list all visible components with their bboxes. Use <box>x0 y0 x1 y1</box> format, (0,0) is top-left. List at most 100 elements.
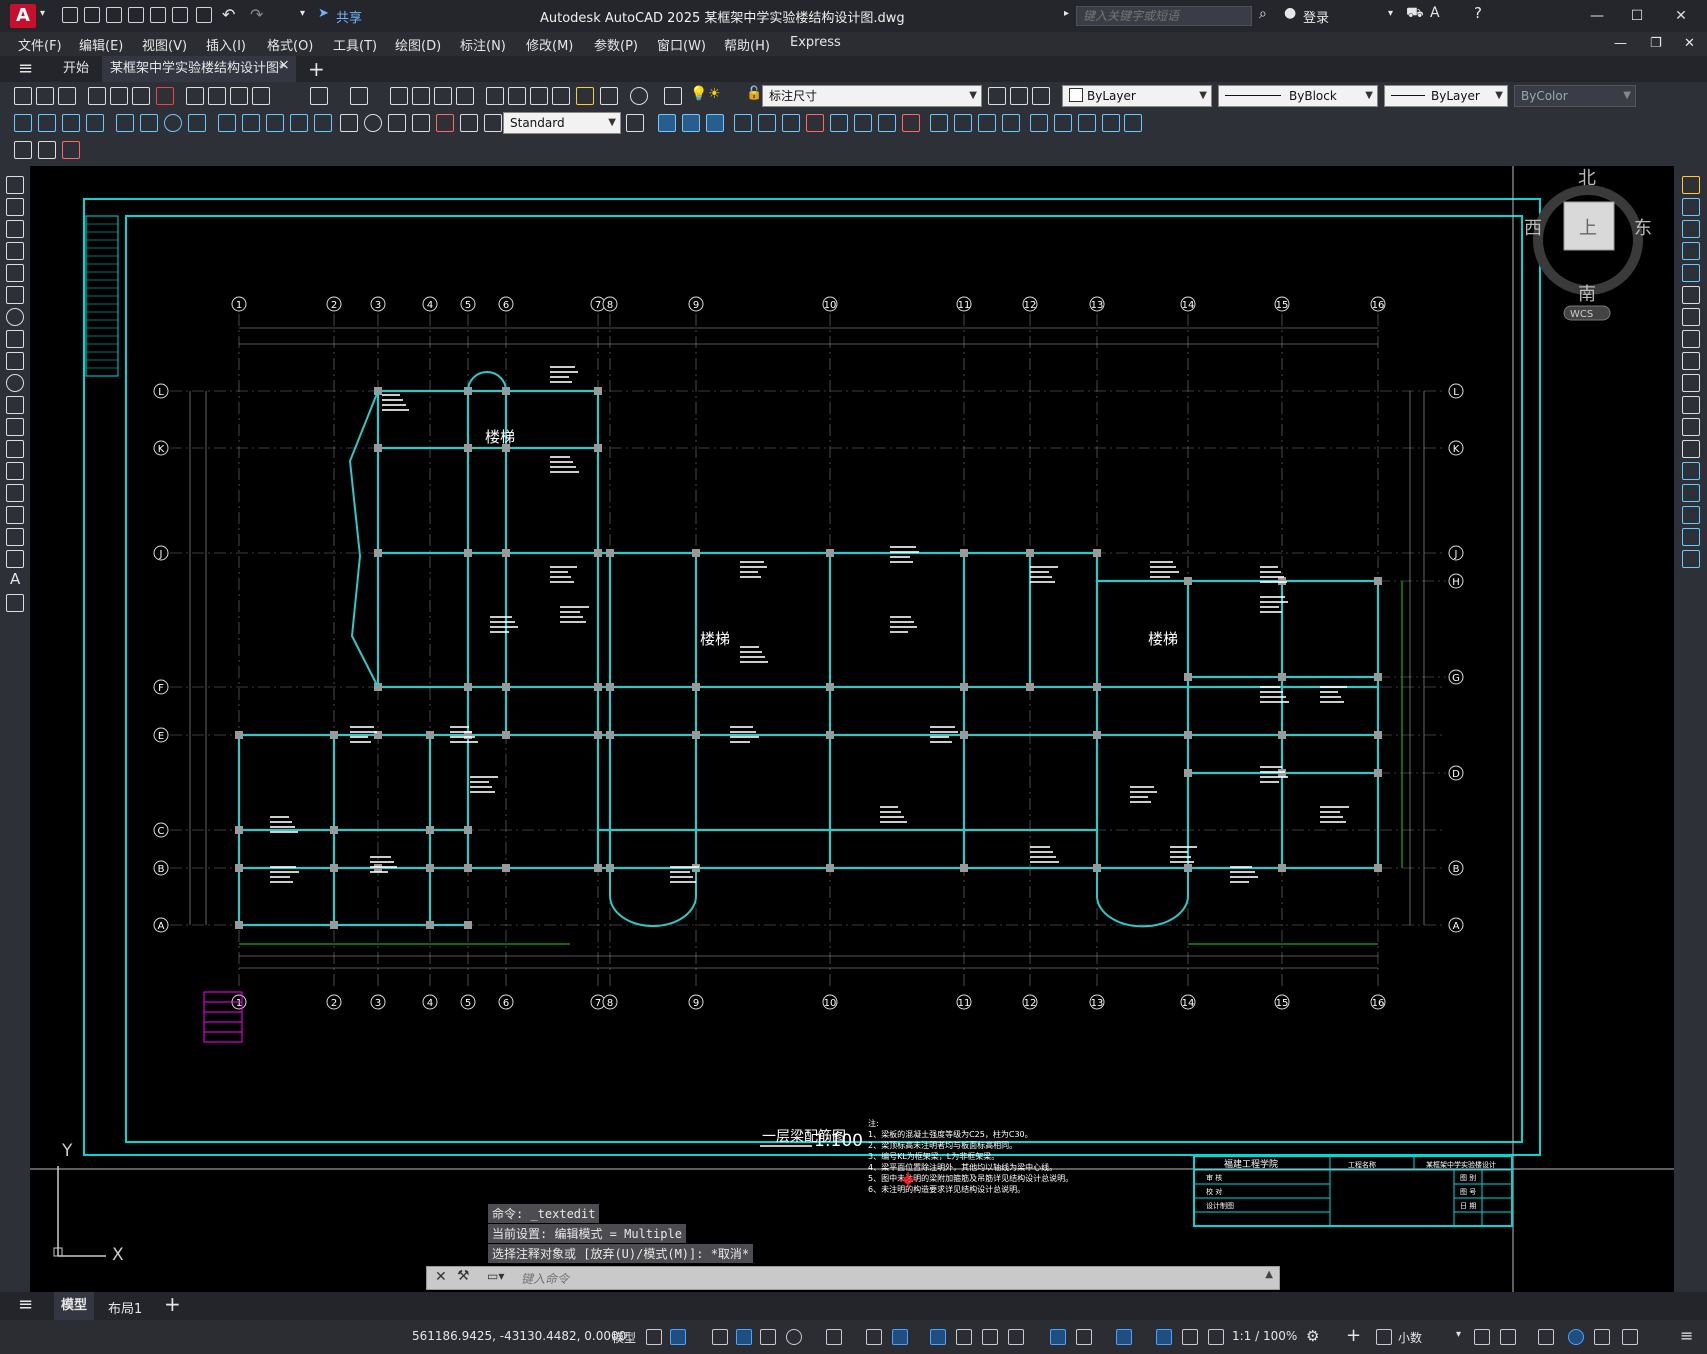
color-faces-icon[interactable] <box>902 114 920 132</box>
delete-faces-icon[interactable] <box>806 114 824 132</box>
make-current-layer-icon[interactable] <box>988 87 1006 105</box>
match-properties-icon[interactable] <box>252 87 270 105</box>
new-tab-icon[interactable]: + <box>308 56 325 82</box>
copy-faces-icon[interactable] <box>878 114 896 132</box>
search-box[interactable] <box>1076 6 1252 26</box>
app-menu-chevron-icon[interactable]: ▾ <box>40 8 45 19</box>
offset-faces-icon[interactable] <box>782 114 800 132</box>
insert-block-icon[interactable] <box>6 418 24 436</box>
object-snap-tracking-icon[interactable] <box>866 1329 882 1345</box>
tab-layout1[interactable]: 布局1 <box>108 1298 142 1317</box>
drawing-svg[interactable]: 1122334455667788991010111112121313141415… <box>30 166 1674 1292</box>
search-input[interactable] <box>1077 7 1251 25</box>
rotate-faces-icon[interactable] <box>830 114 848 132</box>
color-edges-icon[interactable] <box>954 114 972 132</box>
menu-draw[interactable]: 绘图(D) <box>395 35 441 54</box>
rotate-icon[interactable] <box>1682 308 1700 326</box>
chamfer-icon[interactable] <box>1682 484 1700 502</box>
solid-extra-icon[interactable] <box>1124 114 1142 132</box>
undo-icon[interactable]: ↶ <box>222 5 235 24</box>
menu-insert[interactable]: 插入(I) <box>206 35 246 54</box>
isodraft-icon[interactable] <box>826 1329 842 1345</box>
tool-palettes-icon[interactable] <box>530 87 548 105</box>
annotation-visibility-icon[interactable] <box>1156 1329 1172 1345</box>
erase-icon[interactable] <box>1682 176 1700 194</box>
dim-break-icon[interactable] <box>314 114 332 132</box>
print-icon[interactable] <box>88 87 106 105</box>
autodesk-app-icon[interactable]: A <box>1430 5 1440 21</box>
fullscreen-icon[interactable] <box>1622 1329 1638 1345</box>
snap-mode-icon[interactable] <box>670 1329 686 1345</box>
help-toolbar-icon[interactable] <box>630 87 648 105</box>
print-preview-icon[interactable] <box>110 87 128 105</box>
aligned-dim-icon[interactable] <box>38 114 56 132</box>
undo-tb-icon[interactable] <box>310 87 328 105</box>
polar-tracking-icon[interactable] <box>786 1329 802 1345</box>
ellipse-icon[interactable] <box>6 374 24 392</box>
tolerance-icon[interactable] <box>340 114 358 132</box>
radius-dim-icon[interactable] <box>116 114 134 132</box>
move-icon[interactable] <box>1682 286 1700 304</box>
menu-modify[interactable]: 修改(M) <box>526 35 573 54</box>
jogged-dim-icon[interactable] <box>140 114 158 132</box>
menu-format[interactable]: 格式(O) <box>267 35 313 54</box>
tab-start[interactable]: 开始 <box>52 56 100 82</box>
angular-dim-icon[interactable] <box>188 114 206 132</box>
3d-osnap-icon[interactable] <box>1008 1329 1024 1345</box>
menu-tools[interactable]: 工具(T) <box>333 35 377 54</box>
infer-constraints-icon[interactable] <box>712 1329 728 1345</box>
multiline-text-icon[interactable]: A <box>10 570 20 588</box>
menu-parameter[interactable]: 参数(P) <box>594 35 638 54</box>
menu-file[interactable]: 文件(F) <box>18 35 62 54</box>
calculator-icon[interactable] <box>600 87 618 105</box>
isolate-objects-icon[interactable] <box>1538 1329 1554 1345</box>
command-history-toggle-icon[interactable]: ▲ <box>1265 1269 1273 1280</box>
dimstyle-manager-icon[interactable] <box>626 114 644 132</box>
units-dropdown-icon[interactable]: ▾ <box>1456 1329 1461 1340</box>
region-icon[interactable] <box>6 528 24 546</box>
command-recent-icon[interactable]: ▭▾ <box>487 1269 504 1283</box>
coordinate-readout[interactable]: 561186.9425, -43130.4482, 0.0000 <box>412 1329 626 1343</box>
hamburger-menu-icon[interactable]: ≡ <box>18 58 33 79</box>
spline-icon[interactable] <box>6 352 24 370</box>
diameter-dim-icon[interactable] <box>164 114 182 132</box>
drawing-canvas[interactable]: 1 1 2 2 3 3 4 4 5 5 6 6 7 7 8 8 9 9 10 10 11 11 12 12 13 13 14 14 15… <box>30 166 1674 1292</box>
cut-icon[interactable] <box>186 87 204 105</box>
dynamic-input-icon[interactable] <box>736 1329 752 1345</box>
polygon-icon[interactable] <box>6 242 24 260</box>
menu-dimension[interactable]: 标注(N) <box>460 35 506 54</box>
check-icon[interactable] <box>1078 114 1096 132</box>
selection-filter-icon[interactable] <box>1076 1329 1092 1345</box>
command-input[interactable] <box>519 1269 1243 1289</box>
login-dropdown-icon[interactable]: ▾ <box>1388 8 1393 19</box>
new-icon[interactable] <box>14 87 32 105</box>
quick-dim-icon[interactable] <box>218 114 236 132</box>
layout-menu-icon[interactable]: ≡ <box>18 1294 33 1315</box>
paste-icon[interactable] <box>230 87 248 105</box>
color-dropdown[interactable]: ByLayer ▼ <box>1062 85 1212 107</box>
publish-icon[interactable] <box>132 87 150 105</box>
annotation-scale-icon[interactable] <box>1208 1329 1224 1345</box>
new-file-icon[interactable] <box>62 7 78 23</box>
model-space-button[interactable]: 模型 <box>612 1329 636 1346</box>
attribute-edit-icon[interactable] <box>38 141 56 159</box>
transparency-icon[interactable] <box>956 1329 972 1345</box>
dim-edit-icon[interactable] <box>436 114 454 132</box>
construction-line-icon[interactable] <box>6 198 24 216</box>
customization-icon[interactable]: ≡ <box>1680 1326 1693 1345</box>
pan-icon[interactable] <box>390 87 408 105</box>
share-button[interactable]: 共享 <box>336 7 362 26</box>
command-line[interactable]: ✕ ⚒ ▭▾ ▲ <box>426 1266 1280 1290</box>
array-icon[interactable] <box>1682 264 1700 282</box>
clean-icon[interactable] <box>1002 114 1020 132</box>
mirror-icon[interactable] <box>1682 220 1700 238</box>
linetype-dropdown[interactable]: ByBlock ▼ <box>1218 85 1378 107</box>
blend-curves-icon[interactable] <box>1682 528 1700 546</box>
doc-close-icon[interactable]: ✕ <box>1684 36 1695 51</box>
save-as-icon[interactable] <box>128 7 144 23</box>
viewcube-north[interactable]: 北 <box>1578 168 1596 189</box>
stretch-icon[interactable] <box>1682 352 1700 370</box>
open-icon[interactable] <box>36 87 54 105</box>
explode-icon[interactable] <box>1682 550 1700 568</box>
help-icon[interactable]: ? <box>1474 4 1482 22</box>
